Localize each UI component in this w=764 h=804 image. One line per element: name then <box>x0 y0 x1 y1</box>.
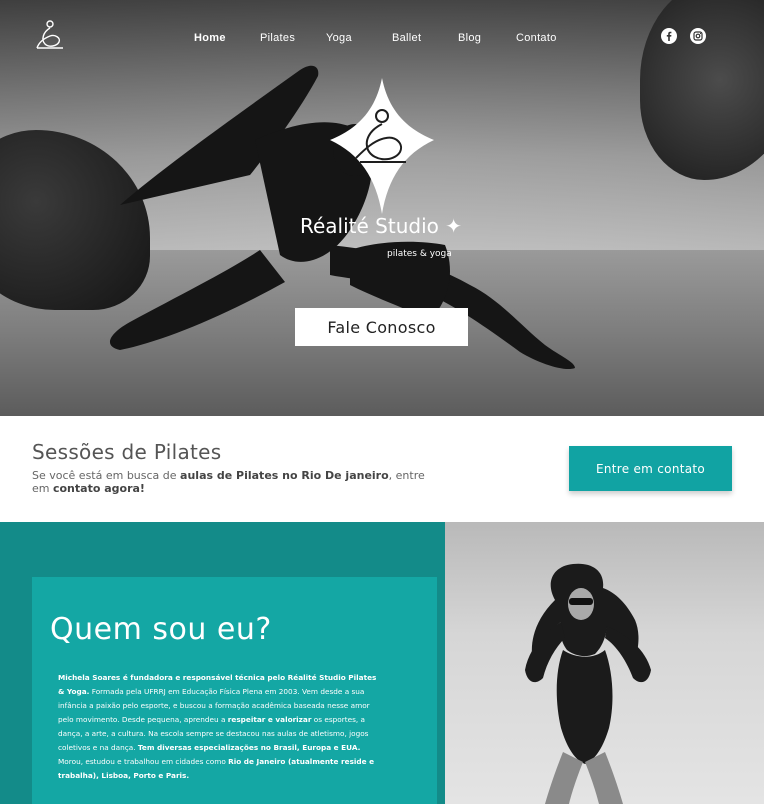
nav-item-yoga[interactable]: Yoga <box>326 32 352 44</box>
studio-brand-logo-icon <box>330 78 434 214</box>
nav-item-home[interactable]: Home <box>194 32 226 44</box>
instructor-photo <box>445 522 764 804</box>
about-title: Quem sou eu? <box>50 612 272 647</box>
sessions-text-1: Se você está em busca de <box>32 469 181 482</box>
about-text: Michela Soares é fundadora e responsável… <box>58 671 384 783</box>
main-nav: Home Pilates Yoga Ballet Blog Contato <box>0 32 764 52</box>
hero-banner: Home Pilates Yoga Ballet Blog Contato Ré… <box>0 0 764 416</box>
sessions-title: Sessões de Pilates <box>32 440 222 464</box>
nav-item-pilates[interactable]: Pilates <box>260 32 295 44</box>
instructor-figure <box>525 563 651 804</box>
sessions-text-bold-1: aulas de Pilates no Rio De janeiro <box>180 469 389 482</box>
entre-em-contato-button[interactable]: Entre em contato <box>569 446 732 491</box>
sessions-text-bold-2: contato agora! <box>52 482 145 495</box>
sessions-description: Se você está em busca de aulas de Pilate… <box>32 469 432 495</box>
nav-item-contato[interactable]: Contato <box>516 32 557 44</box>
fale-conosco-button[interactable]: Fale Conosco <box>295 308 468 346</box>
facebook-icon[interactable] <box>661 28 677 44</box>
nav-item-blog[interactable]: Blog <box>458 32 481 44</box>
brand-name: Réalité Studio ✦ <box>300 214 462 238</box>
about-text-bold-3: Tem diversas especializações no Brasil, … <box>137 743 361 752</box>
instagram-icon[interactable] <box>690 28 706 44</box>
nav-item-ballet[interactable]: Ballet <box>392 32 421 44</box>
about-text-bold-2: respeitar e valorizar <box>227 715 312 724</box>
brand-tagline: pilates & yoga <box>387 249 452 259</box>
about-text-3: Morou, estudou e trabalhou em cidades co… <box>58 757 229 766</box>
